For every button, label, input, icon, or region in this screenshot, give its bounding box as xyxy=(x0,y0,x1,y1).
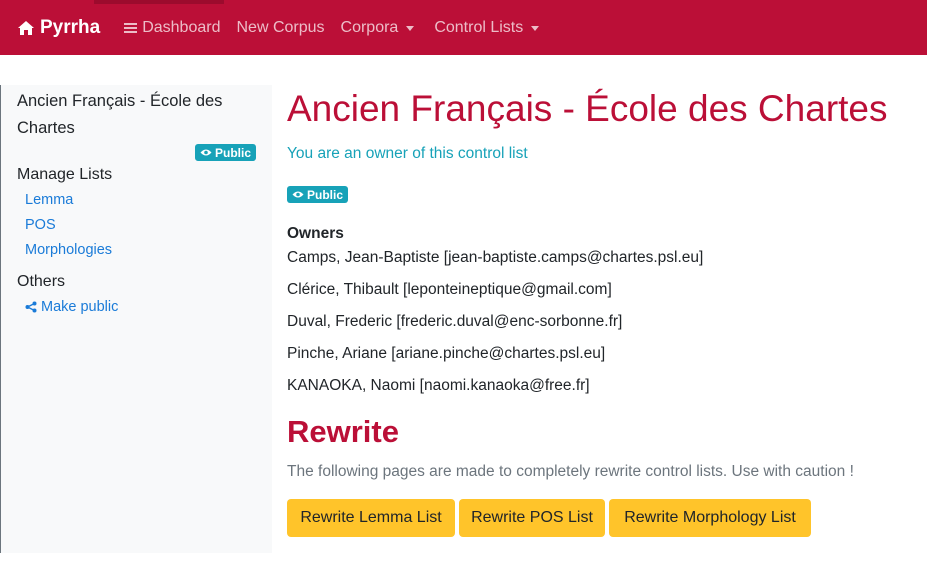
sidebar-item-lemma[interactable]: Lemma xyxy=(25,192,73,208)
owners-heading: Owners xyxy=(287,225,344,242)
public-badge: Public xyxy=(194,144,256,161)
owner-entry: Camps, Jean-Baptiste [jean-baptiste.camp… xyxy=(287,249,704,266)
brand-link[interactable]: Pyrrha xyxy=(17,17,100,39)
public-badge-label: Public xyxy=(307,187,344,202)
sidebar-item-make-public[interactable]: Make public xyxy=(25,299,118,315)
nav-corpora-dropdown[interactable]: Corpora xyxy=(341,19,415,37)
chevron-down-icon xyxy=(406,26,415,31)
owner-entry: Duval, Frederic [frederic.duval@enc-sorb… xyxy=(287,313,623,330)
sidebar: Ancien Français - École des Chartes Publ… xyxy=(0,85,272,553)
navbar-highlight-strip xyxy=(94,0,224,4)
bars-icon xyxy=(124,22,138,33)
sidebar-item-label: Morphologies xyxy=(25,242,113,258)
nav-new-corpus-label: New Corpus xyxy=(236,18,325,36)
owner-entry: Clérice, Thibault [leponteineptique@gmai… xyxy=(287,281,612,298)
sidebar-item-label: Lemma xyxy=(25,192,74,208)
public-badge-label: Public xyxy=(214,145,251,160)
sidebar-item-morphologies[interactable]: Morphologies xyxy=(25,242,112,258)
owner-status-text: You are an owner of this control list xyxy=(287,145,528,162)
nav-control-lists-dropdown[interactable]: Control Lists xyxy=(434,18,540,37)
public-badge: Public xyxy=(287,186,349,203)
rewrite-warning-text: The following pages are made to complete… xyxy=(287,463,854,480)
nav-corpora-label: Corpora xyxy=(340,18,399,36)
rewrite-heading: Rewrite xyxy=(287,414,399,449)
sidebar-item-pos[interactable]: POS xyxy=(25,217,56,233)
sidebar-section-manage-lists: Manage Lists xyxy=(17,166,113,183)
navbar: Pyrrha Dashboard New Corpus Corpora Cont… xyxy=(0,0,927,55)
sidebar-section-others: Others xyxy=(17,273,66,290)
brand-label: Pyrrha xyxy=(40,16,101,38)
home-icon xyxy=(18,20,34,35)
eye-icon xyxy=(292,191,304,198)
nav-dashboard[interactable]: Dashboard xyxy=(124,19,220,37)
owner-entry: KANAOKA, Naomi [naomi.kanaoka@free.fr] xyxy=(287,377,590,394)
rewrite-morphology-button[interactable]: Rewrite Morphology List xyxy=(609,499,811,537)
nav-dashboard-label: Dashboard xyxy=(142,18,221,36)
page-title: Ancien Français - École des Chartes xyxy=(287,88,888,129)
eye-icon xyxy=(200,149,212,156)
share-icon xyxy=(25,301,37,313)
owner-entry: Pinche, Ariane [ariane.pinche@chartes.ps… xyxy=(287,345,606,362)
nav-new-corpus[interactable]: New Corpus xyxy=(236,19,324,37)
rewrite-lemma-button[interactable]: Rewrite Lemma List xyxy=(287,499,455,537)
rewrite-pos-button[interactable]: Rewrite POS List xyxy=(459,499,605,537)
nav-control-lists-label: Control Lists xyxy=(434,18,524,36)
sidebar-item-label: POS xyxy=(25,217,56,233)
chevron-down-icon xyxy=(531,26,540,31)
sidebar-title: Ancien Français - École des Chartes xyxy=(17,92,223,137)
sidebar-item-label: Make public xyxy=(41,299,119,315)
